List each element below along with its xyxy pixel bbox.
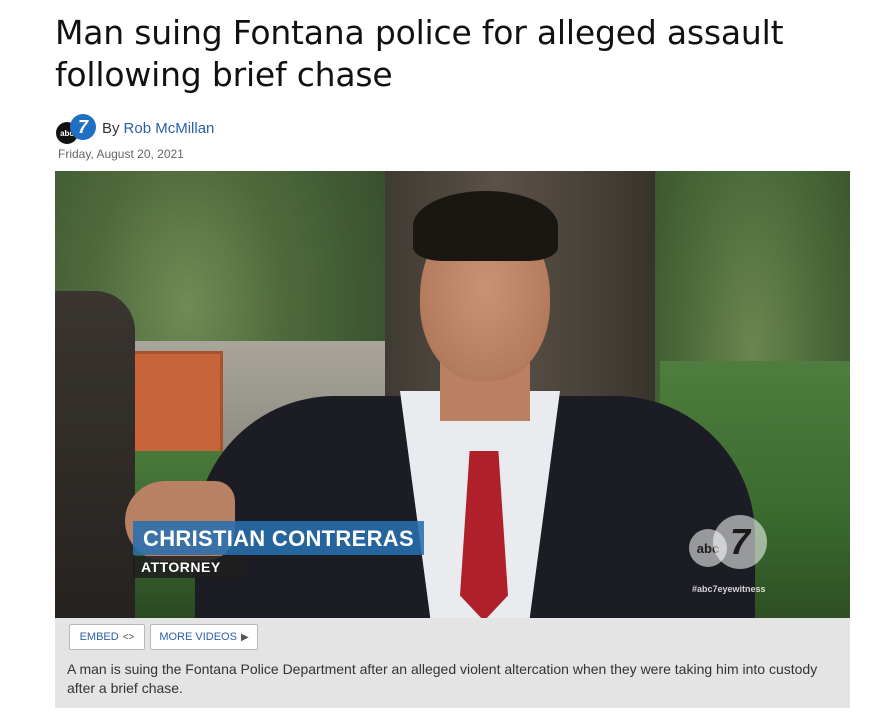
watermark-hashtag: #abc7eyewitness	[692, 584, 766, 594]
bystander-figure	[55, 291, 135, 618]
lower-third-name: CHRISTIAN CONTRERAS	[133, 521, 424, 555]
play-arrow-icon: ▶	[240, 631, 249, 643]
watermark-seven-disc: 7	[713, 515, 767, 569]
video-caption: A man is suing the Fontana Police Depart…	[67, 661, 818, 696]
embed-label: EMBED	[79, 631, 119, 643]
video-footer: EMBED <> MORE VIDEOS ▶ A man is suing th…	[55, 618, 850, 708]
subject-hair	[413, 191, 558, 261]
seven-disc: 7	[70, 114, 96, 140]
publish-date: Friday, August 20, 2021	[58, 147, 184, 161]
abc7-logo-icon: abc 7	[56, 114, 96, 144]
embed-button[interactable]: EMBED <>	[69, 624, 145, 650]
lower-third-title: ATTORNEY	[133, 556, 243, 578]
article-headline: Man suing Fontana police for alleged ass…	[55, 13, 784, 94]
author-link[interactable]: Rob McMillan	[124, 120, 215, 137]
byline: abc 7 By Rob McMillan	[56, 114, 215, 144]
code-icon: <>	[122, 631, 135, 643]
more-videos-button[interactable]: MORE VIDEOS ▶	[150, 624, 258, 650]
byline-prefix: By	[102, 119, 120, 137]
abc7-watermark-icon: abc 7	[689, 511, 779, 577]
more-videos-label: MORE VIDEOS	[159, 631, 237, 643]
video-player[interactable]: CHRISTIAN CONTRERAS ATTORNEY abc 7 #abc7…	[55, 171, 850, 618]
lower-third: CHRISTIAN CONTRERAS ATTORNEY	[133, 521, 424, 578]
